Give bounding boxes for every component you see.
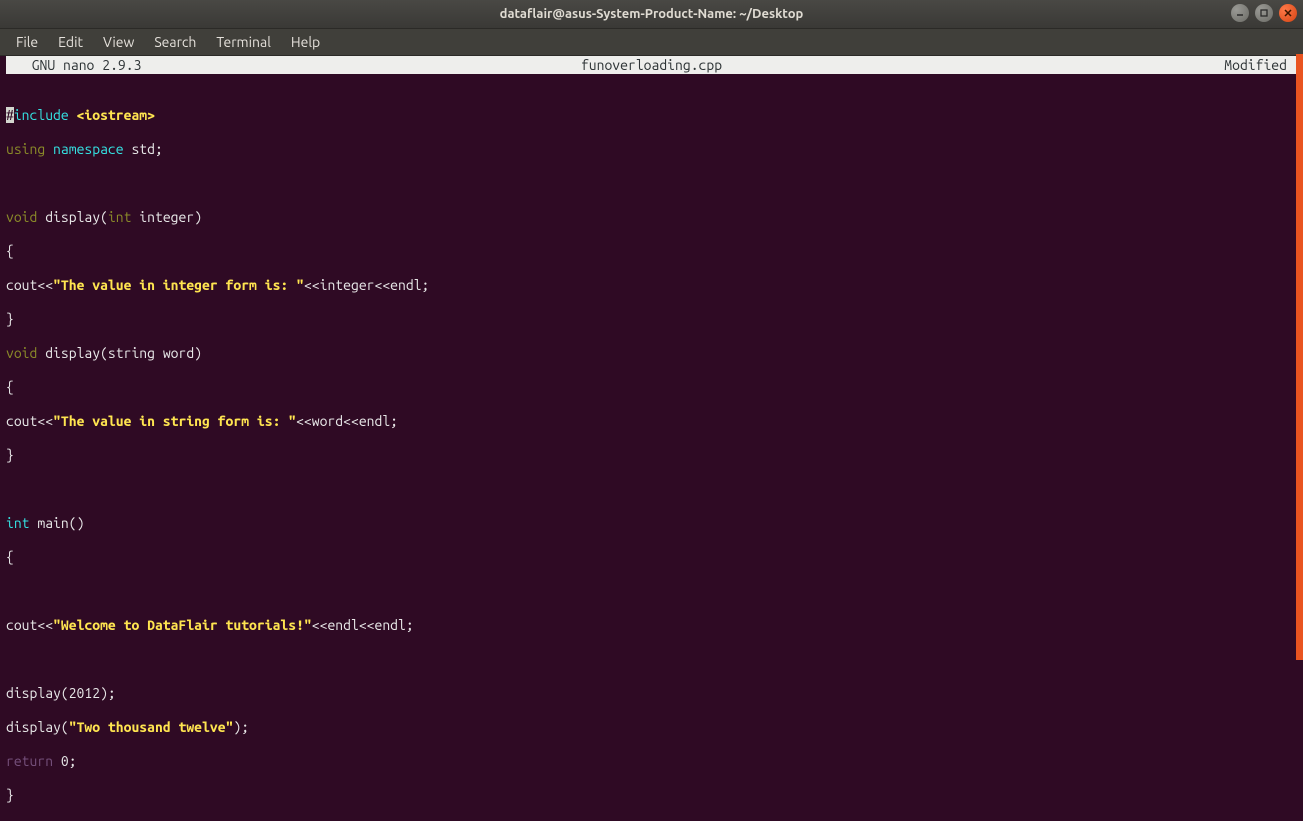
param-integer: integer): [131, 209, 202, 225]
maximize-button[interactable]: [1255, 4, 1273, 22]
code-line: {: [6, 549, 1303, 566]
kw-int: int: [6, 515, 30, 531]
fn-display-string: display(string word): [37, 345, 202, 361]
code-line: using namespace std;: [6, 141, 1303, 158]
fn-display: display(: [37, 209, 108, 225]
menu-edit[interactable]: Edit: [50, 32, 91, 52]
text-zero: 0;: [53, 753, 77, 769]
string-literal: "Welcome to DataFlair tutorials!": [53, 617, 312, 633]
code-line: cout<<"The value in integer form is: "<<…: [6, 277, 1303, 294]
kw-int: int: [108, 209, 132, 225]
maximize-icon: [1259, 8, 1269, 18]
cursor: #: [6, 107, 14, 123]
nano-version: GNU nano 2.9.3: [16, 56, 141, 74]
text-endl: <<endl<<endl;: [312, 617, 414, 633]
fn-call: display(: [6, 719, 69, 735]
code-line: {: [6, 379, 1303, 396]
kw-void: void: [6, 345, 37, 361]
header-iostream: <iostream>: [69, 107, 155, 123]
code-line: cout<<"The value in string form is: "<<w…: [6, 413, 1303, 430]
nano-status-bar: GNU nano 2.9.3 funoverloading.cpp Modifi…: [6, 56, 1297, 74]
close-icon: [1283, 8, 1293, 18]
code-line: display(2012);: [6, 685, 1303, 702]
code-line: }: [6, 311, 1303, 328]
code-line: #include <iostream>: [6, 107, 1303, 124]
menu-bar: File Edit View Search Terminal Help: [0, 29, 1303, 56]
blank-line: [6, 481, 1303, 498]
kw-include: include: [14, 107, 69, 123]
text-cout: cout<<: [6, 413, 53, 429]
string-literal: "The value in integer form is: ": [53, 277, 304, 293]
code-line: void display(string word): [6, 345, 1303, 362]
text-endl: <<word<<endl;: [296, 413, 398, 429]
window-titlebar: dataflair@asus-System-Product-Name: ~/De…: [0, 0, 1303, 29]
code-line: }: [6, 787, 1303, 804]
code-line: }: [6, 447, 1303, 464]
text-close: );: [233, 719, 249, 735]
menu-help[interactable]: Help: [283, 32, 328, 52]
text-endl: <<integer<<endl;: [304, 277, 429, 293]
fn-main: main(): [30, 515, 85, 531]
menu-terminal[interactable]: Terminal: [208, 32, 279, 52]
code-line: return 0;: [6, 753, 1303, 770]
kw-namespace: namespace: [45, 141, 123, 157]
code-line: int main(): [6, 515, 1303, 532]
kw-return: return: [6, 753, 53, 769]
kw-void: void: [6, 209, 37, 225]
nano-modified: Modified: [1224, 56, 1287, 74]
code-line: cout<<"Welcome to DataFlair tutorials!"<…: [6, 617, 1303, 634]
code-line: void display(int integer): [6, 209, 1303, 226]
close-button[interactable]: [1279, 4, 1297, 22]
scrollbar[interactable]: [1296, 54, 1303, 660]
minimize-button[interactable]: [1231, 4, 1249, 22]
blank-line: [6, 583, 1303, 600]
string-literal: "The value in string form is: ": [53, 413, 296, 429]
editor-area[interactable]: #include <iostream> using namespace std;…: [0, 74, 1303, 821]
string-literal: "Two thousand twelve": [69, 719, 234, 735]
window-controls: [1231, 4, 1297, 22]
menu-file[interactable]: File: [8, 32, 46, 52]
nano-filename: funoverloading.cpp: [581, 56, 722, 74]
blank-line: [6, 175, 1303, 192]
kw-using: using: [6, 141, 45, 157]
minimize-icon: [1235, 8, 1245, 18]
code-line: display("Two thousand twelve");: [6, 719, 1303, 736]
menu-view[interactable]: View: [95, 32, 142, 52]
window-title: dataflair@asus-System-Product-Name: ~/De…: [500, 7, 804, 21]
code-line: {: [6, 243, 1303, 260]
menu-search[interactable]: Search: [146, 32, 204, 52]
text-cout: cout<<: [6, 277, 53, 293]
text-std: std;: [124, 141, 163, 157]
text-cout: cout<<: [6, 617, 53, 633]
